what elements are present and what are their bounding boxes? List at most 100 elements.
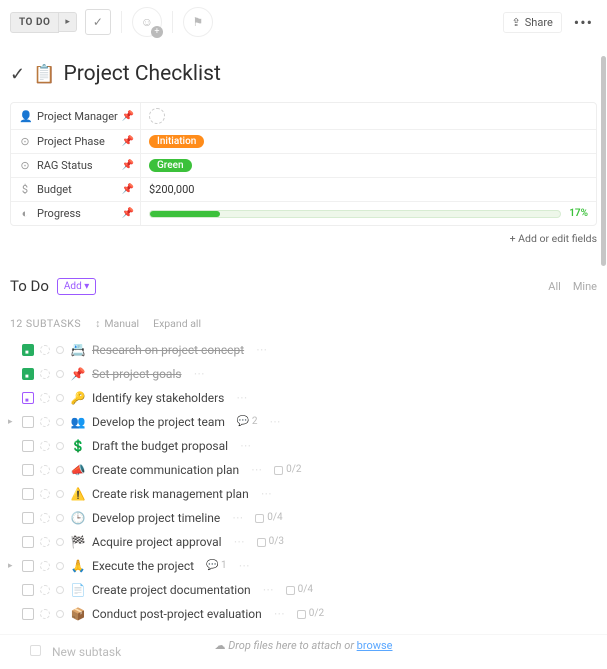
priority-placeholder[interactable] <box>56 610 64 618</box>
assignee-placeholder[interactable] <box>40 609 50 619</box>
task-checkbox[interactable] <box>22 608 34 620</box>
task-checkbox[interactable] <box>22 368 34 380</box>
hover-menu-icon[interactable]: ⋯ <box>234 533 245 551</box>
hover-menu-icon[interactable]: ⋯ <box>232 509 243 527</box>
task-row[interactable]: ▸👥Develop the project team💬 2⋯ <box>6 410 601 434</box>
add-subtask-button[interactable]: Add ▾ <box>57 278 96 295</box>
task-row[interactable]: 📌Set project goals⋯ <box>6 362 601 386</box>
task-title[interactable]: Create risk management plan <box>92 485 249 503</box>
priority-placeholder[interactable] <box>56 442 64 450</box>
browse-link[interactable]: browse <box>357 639 393 652</box>
priority-button[interactable]: ⚑ <box>183 7 213 37</box>
task-checkbox[interactable] <box>22 560 34 572</box>
assignee-placeholder[interactable] <box>40 441 50 451</box>
filter-all[interactable]: All <box>548 280 561 293</box>
attachment-dropzone[interactable]: ☁ Drop files here to attach or browse <box>10 633 597 658</box>
task-title[interactable]: Conduct post-project evaluation <box>92 605 262 623</box>
task-checkbox[interactable] <box>22 512 34 524</box>
pin-icon[interactable]: 📌 <box>122 160 134 171</box>
task-title[interactable]: Research on project concept <box>92 341 244 359</box>
task-title[interactable]: Execute the project <box>92 557 194 575</box>
more-menu-button[interactable]: ••• <box>570 13 597 32</box>
assignee-placeholder[interactable] <box>40 513 50 523</box>
assignee-placeholder[interactable] <box>40 489 50 499</box>
expand-twisty[interactable]: ▸ <box>8 557 16 575</box>
task-checkbox[interactable] <box>22 488 34 500</box>
field-value[interactable]: Green <box>141 154 596 177</box>
task-row[interactable]: 🕒Develop project timeline⋯0/4 <box>6 506 601 530</box>
complete-button[interactable]: ✓ <box>85 9 111 35</box>
task-checkbox[interactable] <box>22 344 34 356</box>
comment-count[interactable]: 💬 2 <box>237 413 258 431</box>
checklist-count[interactable]: 0/4 <box>255 509 282 527</box>
hover-menu-icon[interactable]: ⋯ <box>194 365 205 383</box>
task-title[interactable]: Acquire project approval <box>92 533 222 551</box>
task-title[interactable]: Create communication plan <box>92 461 239 479</box>
task-checkbox[interactable] <box>22 440 34 452</box>
pin-icon[interactable]: 📌 <box>122 111 134 122</box>
task-row[interactable]: 🔑Identify key stakeholders⋯ <box>6 386 601 410</box>
hover-menu-icon[interactable]: ⋯ <box>263 581 274 599</box>
task-row[interactable]: 💲Draft the budget proposal⋯ <box>6 434 601 458</box>
task-title[interactable]: Create project documentation <box>92 581 251 599</box>
task-row[interactable]: ⚠️Create risk management plan⋯ <box>6 482 601 506</box>
hover-menu-icon[interactable]: ⋯ <box>269 413 280 431</box>
task-checkbox[interactable] <box>22 416 34 428</box>
hover-menu-icon[interactable]: ⋯ <box>236 389 247 407</box>
hover-menu-icon[interactable]: ⋯ <box>251 461 262 479</box>
sort-button[interactable]: ↕ Manual <box>95 317 139 330</box>
field-value[interactable] <box>141 103 596 129</box>
priority-placeholder[interactable] <box>56 514 64 522</box>
task-checkbox[interactable] <box>22 464 34 476</box>
tag-badge[interactable]: Initiation <box>149 135 204 148</box>
assignee-placeholder[interactable] <box>40 393 50 403</box>
priority-placeholder[interactable] <box>56 466 64 474</box>
field-value[interactable]: Initiation <box>141 130 596 153</box>
assignee-placeholder[interactable] <box>40 345 50 355</box>
expand-all-button[interactable]: Expand all <box>153 317 201 330</box>
priority-placeholder[interactable] <box>56 370 64 378</box>
checklist-count[interactable]: 0/2 <box>297 605 324 623</box>
hover-menu-icon[interactable]: ⋯ <box>239 557 250 575</box>
hover-menu-icon[interactable]: ⋯ <box>256 341 267 359</box>
share-button[interactable]: ⇪ Share <box>503 12 562 33</box>
checklist-count[interactable]: 0/2 <box>274 461 301 479</box>
priority-placeholder[interactable] <box>56 394 64 402</box>
field-value[interactable]: 17% <box>141 202 596 225</box>
priority-placeholder[interactable] <box>56 346 64 354</box>
task-title[interactable]: Identify key stakeholders <box>92 389 224 407</box>
checklist-count[interactable]: 0/3 <box>257 533 284 551</box>
assignee-placeholder[interactable] <box>40 417 50 427</box>
comment-count[interactable]: 💬 1 <box>206 557 227 575</box>
status-button[interactable]: TO DO <box>10 12 59 33</box>
priority-placeholder[interactable] <box>56 586 64 594</box>
pin-icon[interactable]: 📌 <box>122 136 134 147</box>
filter-mine[interactable]: Mine <box>573 280 597 293</box>
checklist-count[interactable]: 0/4 <box>286 581 313 599</box>
expand-twisty[interactable]: ▸ <box>8 413 16 431</box>
avatar-placeholder[interactable] <box>149 108 165 124</box>
pin-icon[interactable]: 📌 <box>122 184 134 195</box>
task-title[interactable]: Develop project timeline <box>92 509 220 527</box>
task-title[interactable]: Set project goals <box>92 365 182 383</box>
priority-placeholder[interactable] <box>56 538 64 546</box>
scrollbar[interactable] <box>601 56 606 266</box>
assignee-placeholder[interactable] <box>40 465 50 475</box>
task-checkbox[interactable] <box>22 536 34 548</box>
task-row[interactable]: 📦Conduct post-project evaluation⋯0/2 <box>6 602 601 626</box>
priority-placeholder[interactable] <box>56 418 64 426</box>
tag-badge[interactable]: Green <box>149 159 192 172</box>
hover-menu-icon[interactable]: ⋯ <box>261 485 272 503</box>
assignee-placeholder[interactable] <box>40 561 50 571</box>
page-title[interactable]: Project Checklist <box>64 62 221 86</box>
task-row[interactable]: 📄Create project documentation⋯0/4 <box>6 578 601 602</box>
assignee-placeholder[interactable] <box>40 585 50 595</box>
task-row[interactable]: ▸🙏Execute the project💬 1⋯ <box>6 554 601 578</box>
progress-bar[interactable] <box>149 210 561 218</box>
task-row[interactable]: 📣Create communication plan⋯0/2 <box>6 458 601 482</box>
assignee-button[interactable]: ☺ + <box>132 7 162 37</box>
priority-placeholder[interactable] <box>56 490 64 498</box>
add-edit-fields-link[interactable]: + Add or edit fields <box>0 226 607 251</box>
priority-placeholder[interactable] <box>56 562 64 570</box>
task-title[interactable]: Develop the project team <box>92 413 225 431</box>
